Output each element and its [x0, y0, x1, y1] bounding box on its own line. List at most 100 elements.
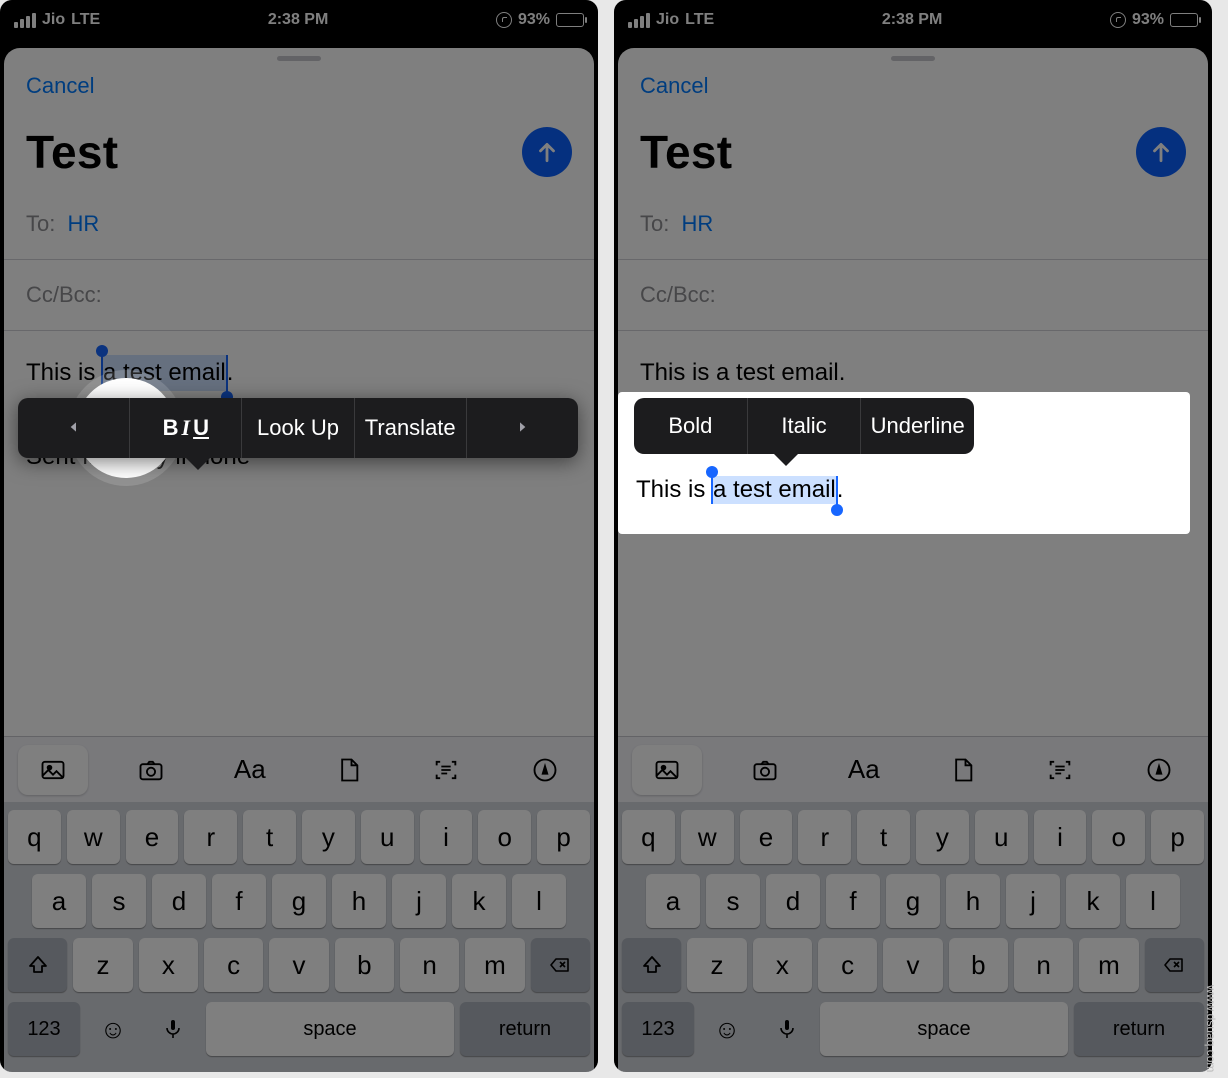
- key-z[interactable]: z: [73, 938, 132, 992]
- key-q[interactable]: q: [8, 810, 61, 864]
- key-n[interactable]: n: [1014, 938, 1073, 992]
- key-g[interactable]: g: [272, 874, 326, 928]
- key-a[interactable]: a: [646, 874, 700, 928]
- attachment-icon[interactable]: [927, 745, 997, 795]
- key-p[interactable]: p: [1151, 810, 1204, 864]
- backspace-key[interactable]: [1145, 938, 1204, 992]
- to-recipient[interactable]: HR: [67, 211, 99, 236]
- key-l[interactable]: l: [512, 874, 566, 928]
- key-r[interactable]: r: [184, 810, 237, 864]
- key-l[interactable]: l: [1126, 874, 1180, 928]
- bold-button[interactable]: Bold: [634, 398, 748, 454]
- text-format-icon[interactable]: Aa: [829, 745, 899, 795]
- translate-button[interactable]: Translate: [355, 398, 467, 458]
- key-w[interactable]: w: [681, 810, 734, 864]
- key-s[interactable]: s: [92, 874, 146, 928]
- selection-handle-start[interactable]: [706, 466, 718, 478]
- key-k[interactable]: k: [452, 874, 506, 928]
- key-t[interactable]: t: [243, 810, 296, 864]
- attachment-icon[interactable]: [313, 745, 383, 795]
- key-c[interactable]: c: [204, 938, 263, 992]
- key-r[interactable]: r: [798, 810, 851, 864]
- key-f[interactable]: f: [826, 874, 880, 928]
- numbers-key[interactable]: 123: [622, 1002, 694, 1056]
- dictation-key[interactable]: [760, 1002, 814, 1056]
- emoji-key[interactable]: ☺: [86, 1002, 140, 1056]
- key-z[interactable]: z: [687, 938, 746, 992]
- space-key[interactable]: space: [206, 1002, 454, 1056]
- key-m[interactable]: m: [465, 938, 524, 992]
- return-key[interactable]: return: [460, 1002, 590, 1056]
- markup-icon[interactable]: [1124, 745, 1194, 795]
- dictation-key[interactable]: [146, 1002, 200, 1056]
- key-d[interactable]: d: [766, 874, 820, 928]
- underline-button[interactable]: Underline: [861, 398, 974, 454]
- shift-key[interactable]: [622, 938, 681, 992]
- cancel-button[interactable]: Cancel: [26, 73, 94, 98]
- photos-icon[interactable]: [632, 745, 702, 795]
- to-field[interactable]: To: HR: [618, 189, 1208, 260]
- key-n[interactable]: n: [400, 938, 459, 992]
- return-key[interactable]: return: [1074, 1002, 1204, 1056]
- text-format-icon[interactable]: Aa: [215, 745, 285, 795]
- camera-icon[interactable]: [116, 745, 186, 795]
- keyboard[interactable]: Aa qwertyuiop asdfghjkl zxcvbnm 123: [4, 736, 594, 1072]
- lookup-button[interactable]: Look Up: [242, 398, 354, 458]
- key-p[interactable]: p: [537, 810, 590, 864]
- key-x[interactable]: x: [139, 938, 198, 992]
- key-e[interactable]: e: [126, 810, 179, 864]
- key-a[interactable]: a: [32, 874, 86, 928]
- selection-handle-start[interactable]: [96, 345, 108, 357]
- ccbcc-field[interactable]: Cc/Bcc:: [4, 260, 594, 331]
- key-j[interactable]: j: [392, 874, 446, 928]
- to-recipient[interactable]: HR: [681, 211, 713, 236]
- photos-icon[interactable]: [18, 745, 88, 795]
- italic-button[interactable]: Italic: [748, 398, 862, 454]
- scan-text-icon[interactable]: [411, 745, 481, 795]
- key-h[interactable]: h: [332, 874, 386, 928]
- key-d[interactable]: d: [152, 874, 206, 928]
- key-v[interactable]: v: [883, 938, 942, 992]
- key-j[interactable]: j: [1006, 874, 1060, 928]
- key-e[interactable]: e: [740, 810, 793, 864]
- keyboard[interactable]: Aa qwertyuiop asdfghjkl zxcvbnm 123: [618, 736, 1208, 1072]
- key-c[interactable]: c: [818, 938, 877, 992]
- selected-text[interactable]: a test email: [712, 476, 837, 504]
- key-v[interactable]: v: [269, 938, 328, 992]
- ccbcc-field[interactable]: Cc/Bcc:: [618, 260, 1208, 331]
- key-y[interactable]: y: [916, 810, 969, 864]
- key-f[interactable]: f: [212, 874, 266, 928]
- menu-next-arrow[interactable]: [467, 398, 578, 458]
- send-button[interactable]: [522, 127, 572, 177]
- key-t[interactable]: t: [857, 810, 910, 864]
- cancel-button[interactable]: Cancel: [640, 73, 708, 98]
- key-u[interactable]: u: [975, 810, 1028, 864]
- scan-text-icon[interactable]: [1025, 745, 1095, 795]
- key-s[interactable]: s: [706, 874, 760, 928]
- key-g[interactable]: g: [886, 874, 940, 928]
- key-b[interactable]: b: [949, 938, 1008, 992]
- key-b[interactable]: b: [335, 938, 394, 992]
- menu-prev-arrow[interactable]: [18, 398, 130, 458]
- biu-button[interactable]: BIU: [130, 398, 242, 458]
- key-i[interactable]: i: [420, 810, 473, 864]
- numbers-key[interactable]: 123: [8, 1002, 80, 1056]
- key-u[interactable]: u: [361, 810, 414, 864]
- key-m[interactable]: m: [1079, 938, 1138, 992]
- key-i[interactable]: i: [1034, 810, 1087, 864]
- key-h[interactable]: h: [946, 874, 1000, 928]
- emoji-key[interactable]: ☺: [700, 1002, 754, 1056]
- key-o[interactable]: o: [1092, 810, 1145, 864]
- key-o[interactable]: o: [478, 810, 531, 864]
- key-w[interactable]: w: [67, 810, 120, 864]
- space-key[interactable]: space: [820, 1002, 1068, 1056]
- markup-icon[interactable]: [510, 745, 580, 795]
- send-button[interactable]: [1136, 127, 1186, 177]
- key-q[interactable]: q: [622, 810, 675, 864]
- body-textview-highlight[interactable]: This is a test email.: [636, 476, 843, 504]
- shift-key[interactable]: [8, 938, 67, 992]
- key-k[interactable]: k: [1066, 874, 1120, 928]
- backspace-key[interactable]: [531, 938, 590, 992]
- selection-handle-end[interactable]: [831, 504, 843, 516]
- key-y[interactable]: y: [302, 810, 355, 864]
